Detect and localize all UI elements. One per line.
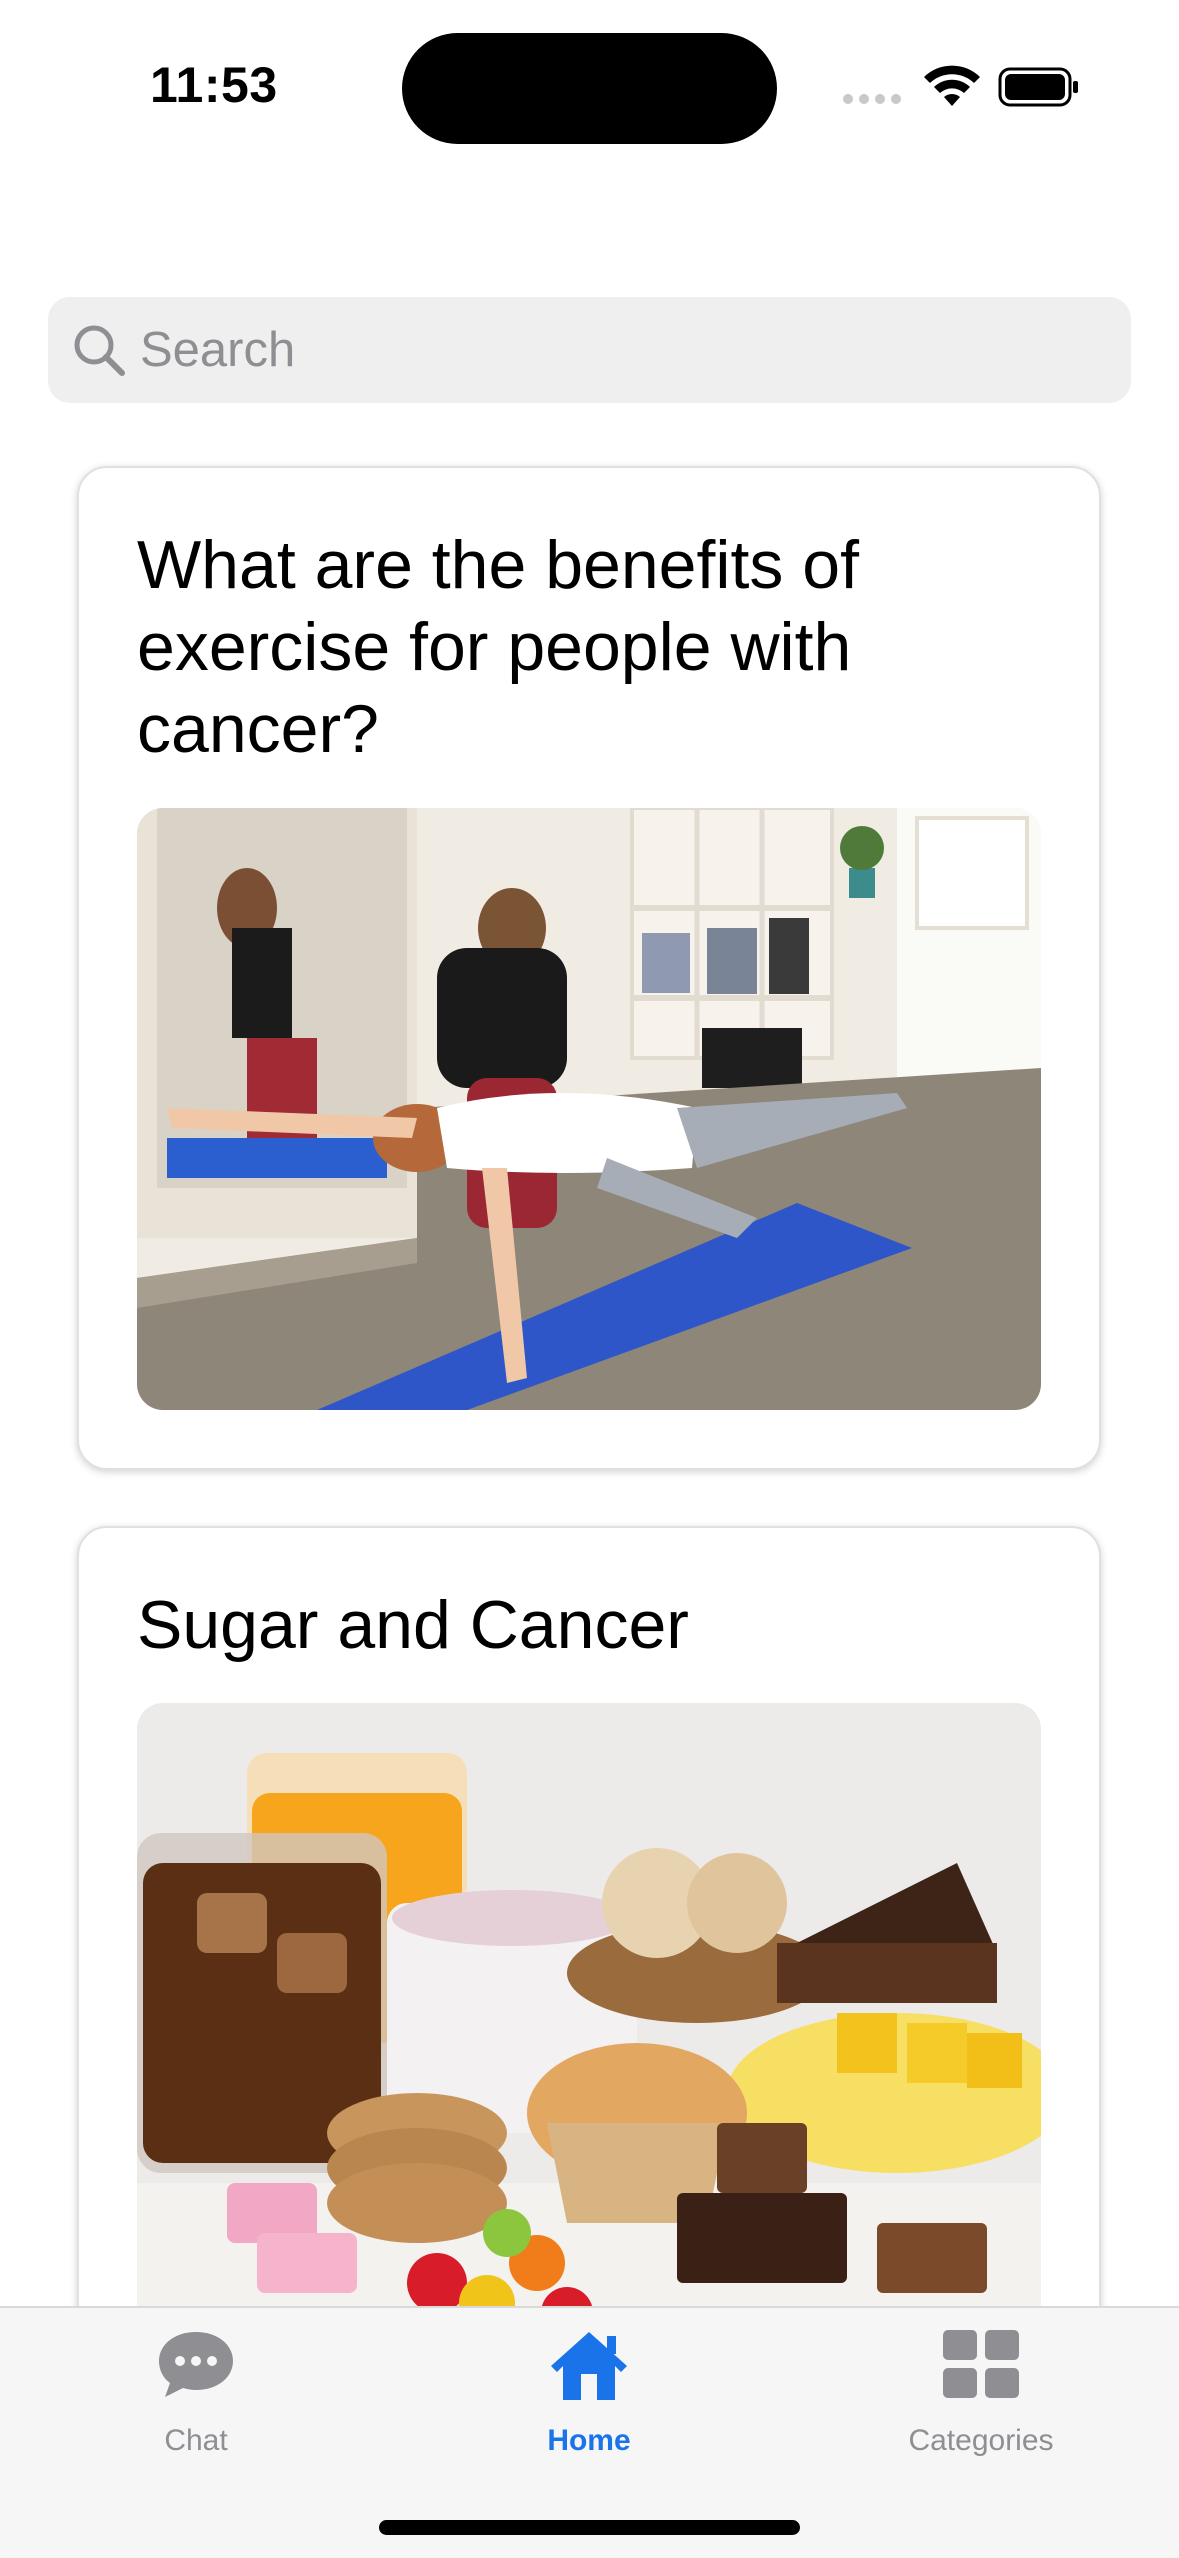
search-bar[interactable] xyxy=(48,297,1131,403)
status-bar: 11:53 xyxy=(0,0,1179,160)
status-time: 11:53 xyxy=(150,57,278,113)
home-icon xyxy=(551,2332,627,2400)
tab-home-label: Home xyxy=(547,2424,631,2457)
tab-chat-label: Chat xyxy=(164,2424,228,2457)
battery-icon xyxy=(998,67,1078,107)
article-title: What are the benefits of exercise for pe… xyxy=(137,527,859,767)
dynamic-island xyxy=(402,33,777,144)
cellular-signal-icon xyxy=(843,94,903,106)
tab-chat[interactable]: Chat xyxy=(46,2308,346,2488)
search-input[interactable] xyxy=(140,297,1100,403)
wifi-icon xyxy=(924,65,980,106)
tab-categories[interactable]: Categories xyxy=(831,2308,1131,2488)
search-icon xyxy=(74,325,125,376)
chat-bubble-icon xyxy=(159,2332,233,2397)
article-image xyxy=(137,808,1041,1410)
grid-icon xyxy=(943,2330,1019,2398)
tab-home[interactable]: Home xyxy=(439,2308,739,2488)
article-image xyxy=(137,1703,1041,2343)
tab-categories-label: Categories xyxy=(908,2424,1054,2457)
article-title: Sugar and Cancer xyxy=(137,1587,689,1663)
article-card[interactable]: Sugar and Cancer xyxy=(77,1526,1101,2426)
tab-bar: Chat Home Categories xyxy=(0,2306,1179,2558)
home-indicator[interactable] xyxy=(379,2520,800,2535)
article-card[interactable]: What are the benefits of exercise for pe… xyxy=(77,466,1101,1470)
